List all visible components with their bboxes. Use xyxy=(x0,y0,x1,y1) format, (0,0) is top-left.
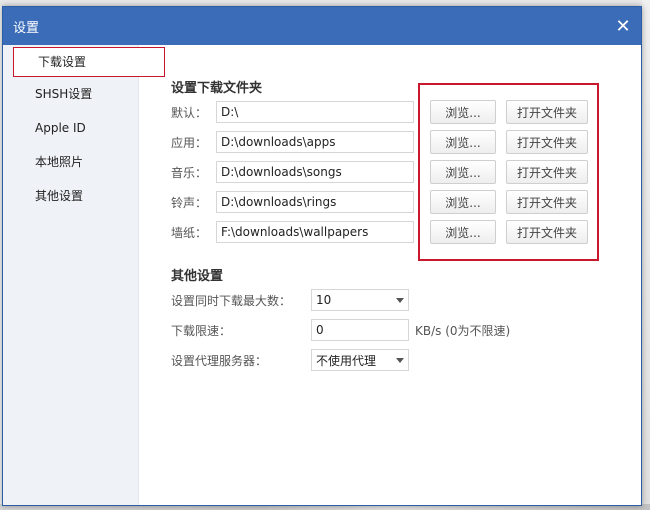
default-folder-input[interactable] xyxy=(216,101,414,123)
open-folder-button-music[interactable]: 打开文件夹 xyxy=(506,160,588,184)
other-settings-section-title: 其他设置 xyxy=(171,269,224,284)
proxy-label: 设置代理服务器： xyxy=(171,353,268,368)
folder-row-music: 音乐： 浏览... 打开文件夹 xyxy=(171,157,641,187)
ringtones-folder-input[interactable] xyxy=(216,191,414,213)
open-folder-button-wallpapers[interactable]: 打开文件夹 xyxy=(506,220,588,244)
settings-sidebar: 下载设置 SHSH设置 Apple ID 本地照片 其他设置 xyxy=(3,45,165,505)
browse-button-apps[interactable]: 浏览... xyxy=(430,130,496,154)
max-downloads-value: 10 xyxy=(316,293,332,307)
settings-dialog: 设置 ✕ 下载设置 SHSH设置 Apple ID 本地照片 其他设置 设置下载… xyxy=(2,6,642,506)
sidebar-item-download-settings[interactable]: 下载设置 xyxy=(13,47,165,77)
sidebar-item-label: 其他设置 xyxy=(35,189,84,203)
proxy-row: 设置代理服务器： 不使用代理 xyxy=(171,345,641,375)
max-downloads-label: 设置同时下载最大数： xyxy=(171,293,292,308)
dialog-titlebar: 设置 ✕ xyxy=(3,7,641,45)
proxy-value: 不使用代理 xyxy=(316,353,377,368)
sidebar-item-label: 本地照片 xyxy=(35,155,84,169)
chevron-down-icon xyxy=(396,358,404,363)
dialog-body: 下载设置 SHSH设置 Apple ID 本地照片 其他设置 设置下载文件夹 默… xyxy=(3,45,641,505)
max-downloads-row: 设置同时下载最大数： 10 xyxy=(171,285,641,315)
sidebar-item-label: Apple ID xyxy=(35,121,86,135)
folder-row-ringtones: 铃声： 浏览... 打开文件夹 xyxy=(171,187,641,217)
folder-row-default: 默认： 浏览... 打开文件夹 xyxy=(171,97,641,127)
speed-limit-row: 下载限速： KB/s (0为不限速) xyxy=(171,315,641,345)
open-folder-button-ringtones[interactable]: 打开文件夹 xyxy=(506,190,588,214)
max-downloads-select[interactable]: 10 xyxy=(311,289,409,311)
close-button[interactable]: ✕ xyxy=(605,7,641,45)
music-folder-input[interactable] xyxy=(216,161,414,183)
folder-row-wallpapers: 墙纸： 浏览... 打开文件夹 xyxy=(171,217,641,247)
sidebar-item-apple-id[interactable]: Apple ID xyxy=(3,111,138,145)
browse-button-default[interactable]: 浏览... xyxy=(430,100,496,124)
settings-content: 设置下载文件夹 默认： 浏览... 打开文件夹 应用： 浏览... 打开文件夹 … xyxy=(139,45,641,505)
folder-label: 应用： xyxy=(171,135,208,150)
browse-button-wallpapers[interactable]: 浏览... xyxy=(430,220,496,244)
browse-button-ringtones[interactable]: 浏览... xyxy=(430,190,496,214)
speed-limit-label: 下载限速： xyxy=(171,323,232,338)
sidebar-item-other-settings[interactable]: 其他设置 xyxy=(3,179,138,213)
open-folder-button-default[interactable]: 打开文件夹 xyxy=(506,100,588,124)
sidebar-item-local-photos[interactable]: 本地照片 xyxy=(3,145,138,179)
host-app-background-right xyxy=(642,0,650,510)
chevron-down-icon xyxy=(396,298,404,303)
open-folder-button-apps[interactable]: 打开文件夹 xyxy=(506,130,588,154)
folder-label: 默认： xyxy=(171,105,208,120)
wallpapers-folder-input[interactable] xyxy=(216,221,414,243)
sidebar-item-label: 下载设置 xyxy=(38,55,87,69)
speed-limit-input[interactable] xyxy=(311,319,409,341)
apps-folder-input[interactable] xyxy=(216,131,414,153)
dialog-title: 设置 xyxy=(13,20,40,36)
close-icon: ✕ xyxy=(615,15,631,37)
folder-label: 铃声： xyxy=(171,195,208,210)
browse-button-music[interactable]: 浏览... xyxy=(430,160,496,184)
speed-limit-unit: KB/s (0为不限速) xyxy=(415,323,511,338)
folder-row-apps: 应用： 浏览... 打开文件夹 xyxy=(171,127,641,157)
folder-label: 音乐： xyxy=(171,165,208,180)
proxy-select[interactable]: 不使用代理 xyxy=(311,349,409,371)
download-folder-section-title: 设置下载文件夹 xyxy=(171,81,263,96)
folder-label: 墙纸： xyxy=(171,225,208,240)
sidebar-item-label: SHSH设置 xyxy=(35,87,93,101)
sidebar-item-shsh-settings[interactable]: SHSH设置 xyxy=(3,77,138,111)
